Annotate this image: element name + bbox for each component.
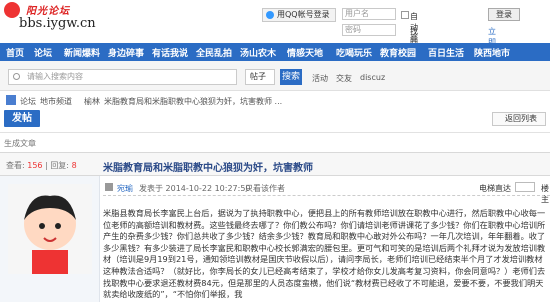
breadcrumb-item[interactable]: 论坛	[20, 96, 36, 107]
post-meta: 宛瑜 发表于 2014-10-22 10:27:50 只看该作者 电梯直达 楼主	[103, 178, 550, 204]
qq-icon	[266, 11, 274, 19]
password-input[interactable]: 密码	[342, 24, 396, 36]
nav-item[interactable]: 首页	[6, 46, 24, 59]
logo-seal-icon	[4, 2, 20, 18]
search-type-select[interactable]: 帖子	[245, 69, 275, 85]
hot-search-link[interactable]: 活动	[312, 73, 328, 84]
breadcrumb-item[interactable]: 米脂教育局和米脂职教中心狼狈为奸，坑害教师 ...	[104, 96, 282, 107]
author-link[interactable]: 宛瑜	[117, 183, 133, 194]
generate-article-link[interactable]: 生成文章	[4, 138, 36, 149]
home-icon[interactable]	[6, 95, 16, 105]
breadcrumb: 论坛 地市频道 榆林 米脂教育局和米脂职教中心狼狈为奸，坑害教师 ...	[0, 93, 550, 108]
nav-item[interactable]: 有话我说	[152, 46, 188, 59]
nav-item[interactable]: 教育校园	[380, 46, 416, 59]
nav-item[interactable]: 吃喝玩乐	[336, 46, 372, 59]
thread-stats: 查看: 156 | 回复: 8	[6, 161, 77, 170]
search-icon	[13, 73, 20, 80]
avatar[interactable]	[8, 184, 92, 274]
post-toolbar: 发帖 返回列表	[0, 109, 550, 129]
logo-url[interactable]: bbs.iygw.cn	[19, 16, 96, 31]
nav-item[interactable]: 论坛	[34, 46, 52, 59]
logo-text[interactable]: 阳光论坛	[26, 2, 70, 17]
main-nav: 首页 论坛 新闻爆料 身边碎事 有话我说 全民乱拍 汤山农木 情感天地 吃喝玩乐…	[0, 43, 550, 61]
breadcrumb-item[interactable]: 地市频道	[40, 96, 72, 107]
nav-item[interactable]: 汤山农木	[240, 46, 276, 59]
user-icon	[105, 183, 113, 191]
hot-search-link[interactable]: discuz	[360, 73, 385, 82]
floor-input[interactable]	[515, 182, 535, 192]
nav-item[interactable]: 陕西地市	[474, 46, 510, 59]
login-button[interactable]: 登录	[488, 8, 520, 21]
nav-item[interactable]: 新闻爆料	[64, 46, 100, 59]
post-time: 发表于 2014-10-22 10:27:50	[139, 184, 251, 193]
author-panel	[0, 176, 100, 302]
thread-header: 查看: 156 | 回复: 8 米脂教育局和米脂职教中心狼狈为奸，坑害教师	[0, 152, 550, 176]
site-header: 阳光论坛 bbs.iygw.cn 用QQ帐号登录 用户名 密码 自动登录 找回密…	[0, 0, 550, 69]
search-bar: 请输入搜索内容 帖子 搜索 活动 交友 discuz	[0, 61, 550, 91]
qq-login-button[interactable]: 用QQ帐号登录	[262, 8, 336, 22]
floor-label: 楼主	[541, 184, 549, 204]
search-input[interactable]: 请输入搜索内容	[8, 69, 237, 85]
nav-item[interactable]: 情感天地	[287, 46, 323, 59]
jump-floor-label: 电梯直达	[479, 184, 511, 193]
username-input[interactable]: 用户名	[342, 8, 396, 20]
breadcrumb-item[interactable]: 榆林	[84, 96, 100, 107]
nav-item[interactable]: 全民乱拍	[196, 46, 232, 59]
nav-item[interactable]: 身边碎事	[108, 46, 144, 59]
post-body: 米脂县教育局长李富民上台后，据说为了执持职教中心，便把县上的所有教师培训放在职教…	[103, 208, 546, 300]
thread-title: 米脂教育局和米脂职教中心狼狈为奸，坑害教师	[103, 163, 313, 174]
tag-area: 生成文章	[0, 132, 550, 150]
autologin-checkbox[interactable]	[401, 11, 409, 19]
nav-item[interactable]: 百日生活	[428, 46, 464, 59]
back-to-list-button[interactable]: 返回列表	[492, 112, 546, 126]
new-post-button[interactable]: 发帖	[4, 110, 40, 127]
only-author-link[interactable]: 只看该作者	[245, 183, 285, 194]
search-button[interactable]: 搜索	[280, 69, 302, 85]
hot-search-link[interactable]: 交友	[336, 73, 352, 84]
